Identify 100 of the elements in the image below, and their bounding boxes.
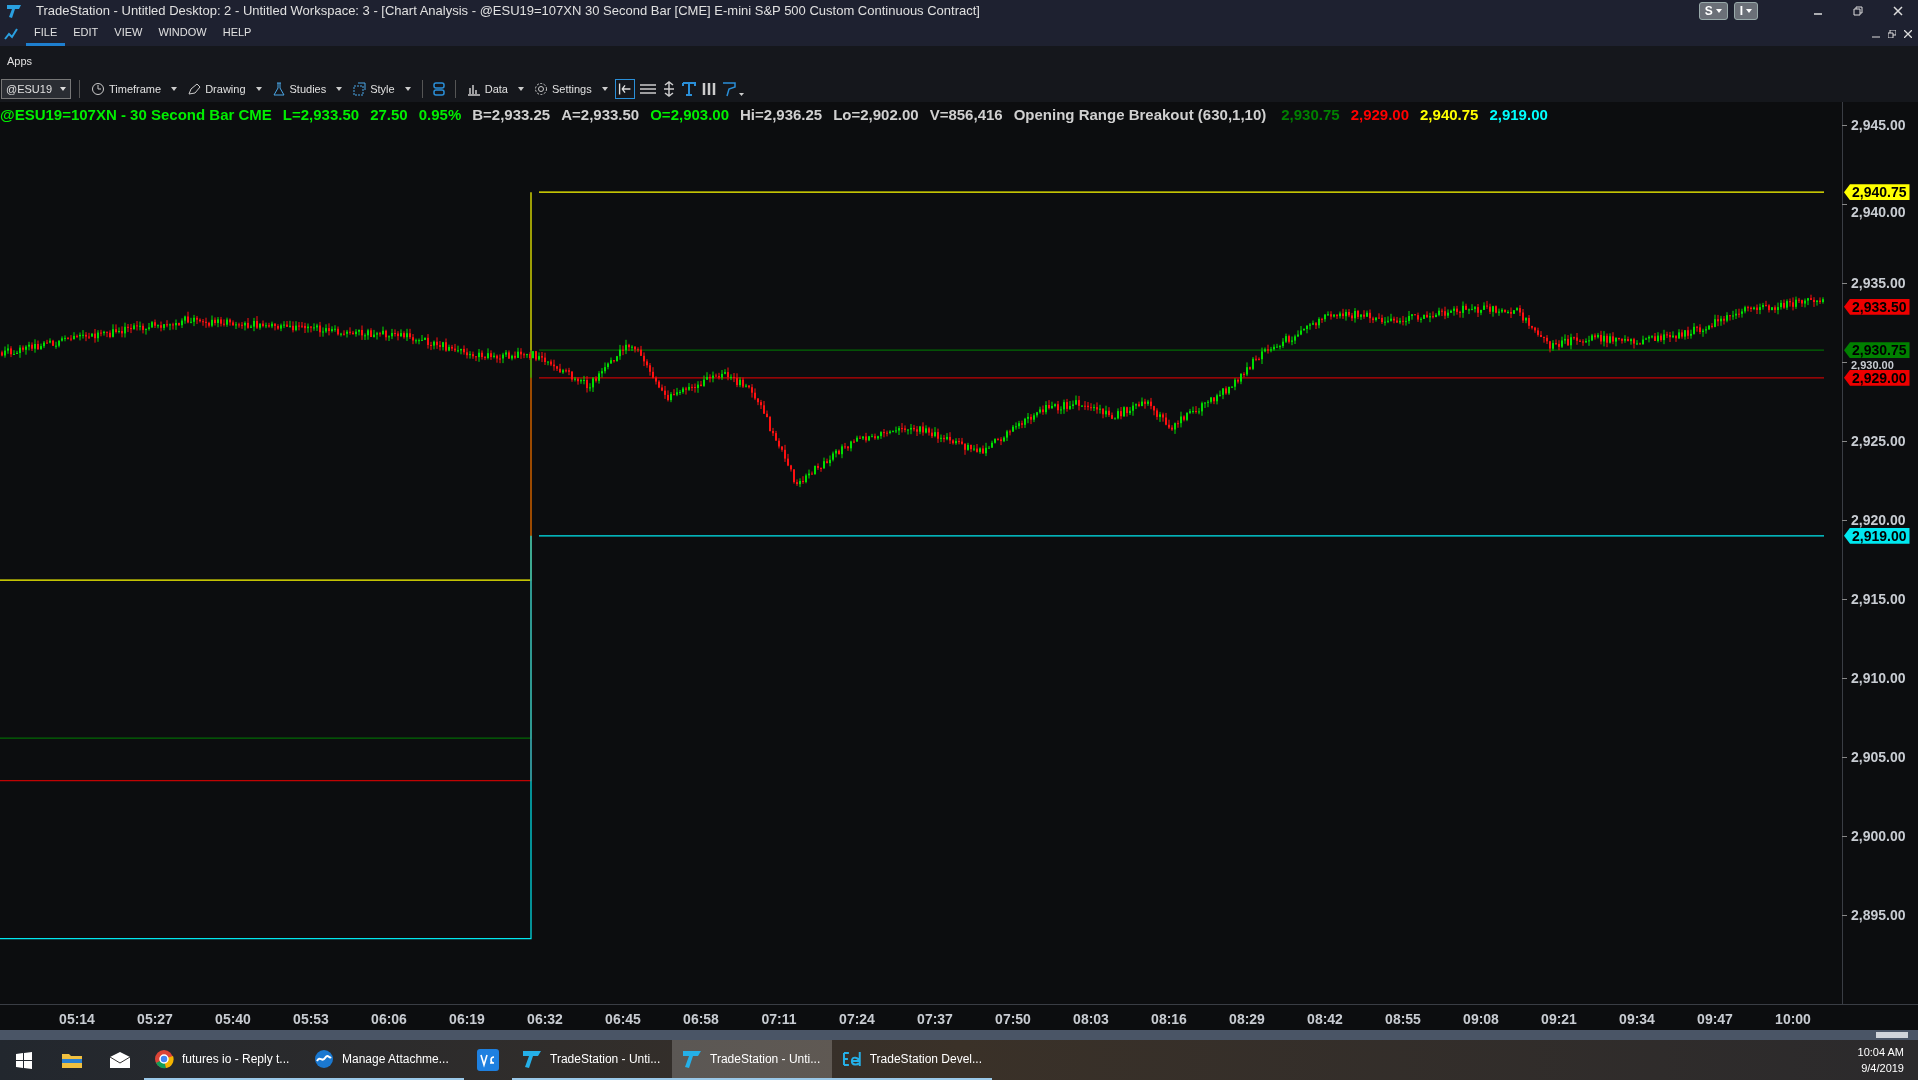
- window-title: TradeStation - Untitled Desktop: 2 - Untitled Workspace: 3 - [Chart Analysis - @ESU19=107XN 30 Second Bar [CME] E-mini S&P 500 Custom Continuous Contract]: [36, 2, 980, 21]
- taskbar-button[interactable]: Manage Attachme...: [304, 1040, 464, 1080]
- caret-icon: [1746, 9, 1752, 13]
- style-menu-button[interactable]: Style: [349, 79, 414, 99]
- quote-field: 27.50: [370, 104, 408, 127]
- caret-icon: [601, 87, 608, 91]
- time-label: 07:11: [761, 1010, 797, 1029]
- caret-icon: [171, 87, 178, 91]
- chart-logo-icon: [4, 27, 18, 41]
- bars-icon[interactable]: [700, 81, 717, 97]
- price-label: 2,900.00: [1851, 829, 1906, 843]
- clock-date[interactable]: 9/4/2019: [1861, 1060, 1904, 1076]
- time-label: 09:34: [1619, 1010, 1655, 1029]
- timeframe-menu-button[interactable]: Timeframe: [88, 79, 181, 99]
- gear-icon: [533, 82, 548, 96]
- price-label: 2,935.00: [1851, 276, 1906, 290]
- time-label: 09:21: [1541, 1010, 1577, 1029]
- price-tag: 2,919.00: [1844, 527, 1910, 544]
- time-label: 08:29: [1229, 1010, 1265, 1029]
- quote-field: Hi=2,936.25: [740, 104, 823, 127]
- quote-field: Lo=2,902.00: [833, 104, 919, 127]
- studies-menu-button[interactable]: Studies: [268, 79, 346, 99]
- taskbar-button[interactable]: futures io - Reply t...: [144, 1040, 304, 1080]
- time-label: 08:03: [1073, 1010, 1109, 1029]
- brush-icon[interactable]: [720, 81, 745, 97]
- quote-field: O=2,903.00: [650, 104, 730, 127]
- clock-time[interactable]: 10:04 AM: [1857, 1044, 1904, 1060]
- close-icon: [1893, 6, 1903, 16]
- price-label: 2,905.00: [1851, 750, 1906, 764]
- el-logo-icon: [842, 1049, 862, 1069]
- caret-icon: [404, 87, 411, 91]
- time-label: 07:24: [839, 1010, 875, 1029]
- time-label: 05:53: [293, 1010, 329, 1029]
- price-tag: 2,933.50: [1844, 298, 1910, 315]
- price-label: 2,945.00: [1851, 118, 1906, 132]
- jump-to-start-icon[interactable]: [614, 79, 635, 99]
- restore-icon: [1853, 6, 1863, 16]
- price-label: 2,915.00: [1851, 592, 1906, 606]
- caret-icon: [60, 87, 66, 91]
- time-label: 06:45: [605, 1010, 641, 1029]
- caret-icon: [255, 87, 262, 91]
- apps-label[interactable]: Apps: [7, 52, 33, 70]
- windows-icon: [15, 1051, 33, 1069]
- caret-icon: [517, 87, 524, 91]
- menu-item[interactable]: WINDOW: [150, 22, 215, 46]
- caret-icon: [336, 87, 343, 91]
- quote-field: L=2,933.50: [282, 104, 360, 127]
- flask-icon: [271, 82, 286, 96]
- menu-item[interactable]: VIEW: [106, 22, 151, 46]
- settings-menu-button[interactable]: Settings: [530, 79, 611, 99]
- time-label: 09:08: [1463, 1010, 1499, 1029]
- time-label: 06:19: [449, 1010, 485, 1029]
- drawing-menu-button[interactable]: Drawing: [184, 79, 265, 99]
- lines-icon[interactable]: [638, 82, 657, 96]
- time-label: 07:50: [995, 1010, 1031, 1029]
- panels-icon[interactable]: [430, 81, 447, 97]
- quote-field: V=856,416: [929, 104, 1003, 127]
- restore-icon[interactable]: [1888, 30, 1896, 38]
- ve-square-icon: [477, 1049, 499, 1071]
- taskbar-button[interactable]: TradeStation - Unti...: [672, 1040, 832, 1080]
- quote-field: B=2,933.25: [472, 104, 551, 127]
- profile-dropdown-button[interactable]: S: [1698, 2, 1728, 20]
- scrollbar-thumb[interactable]: [1876, 1032, 1908, 1038]
- data-menu-button[interactable]: Data: [463, 79, 527, 99]
- price-tag: 2,929.00: [1844, 369, 1910, 386]
- price-tag: 2,940.75: [1844, 184, 1910, 201]
- app-logo-icon: [6, 3, 22, 19]
- menu-item[interactable]: EDIT: [65, 22, 107, 46]
- bar-chart-icon: [466, 82, 481, 96]
- time-label: 09:47: [1697, 1010, 1733, 1029]
- quote-field: Opening Range Breakout (630,1,10): [1013, 104, 1267, 127]
- price-label: 2,895.00: [1851, 908, 1906, 922]
- wave-circle-icon: [314, 1049, 334, 1069]
- quote-field: 2,940.75: [1420, 104, 1479, 127]
- time-label: 10:00: [1775, 1010, 1811, 1029]
- time-label: 06:58: [683, 1010, 719, 1029]
- time-label: 05:14: [59, 1010, 95, 1029]
- taskbar-button[interactable]: TradeStation Devel...: [832, 1040, 992, 1080]
- symbol-dropdown[interactable]: @ESU19: [1, 79, 71, 99]
- quote-field: 2,929.00: [1350, 104, 1410, 127]
- price-tag: 2,930.75: [1844, 342, 1910, 359]
- price-label: 2,910.00: [1851, 671, 1906, 685]
- ts-logo-icon: [522, 1049, 542, 1069]
- time-label: 08:55: [1385, 1010, 1421, 1029]
- time-label: 06:06: [371, 1010, 407, 1029]
- quote-field: 2,930.75: [1281, 104, 1340, 127]
- time-label: 07:37: [917, 1010, 953, 1029]
- quote-field: 0.95%: [418, 104, 462, 127]
- taskbar-button[interactable]: TradeStation - Unti...: [512, 1040, 672, 1080]
- price-label: 2,925.00: [1851, 434, 1906, 448]
- minimize-icon: [1813, 13, 1823, 15]
- price-label: 2,920.00: [1851, 513, 1906, 527]
- profile-dropdown-button[interactable]: I: [1733, 2, 1758, 20]
- menu-item[interactable]: HELP: [214, 22, 260, 46]
- close-icon[interactable]: [1904, 30, 1912, 38]
- time-label: 05:40: [215, 1010, 251, 1029]
- text-icon[interactable]: [680, 81, 697, 97]
- browser-icon: [154, 1049, 174, 1069]
- caret-icon: [1715, 9, 1722, 13]
- quote-field: 2,919.00: [1489, 104, 1548, 127]
